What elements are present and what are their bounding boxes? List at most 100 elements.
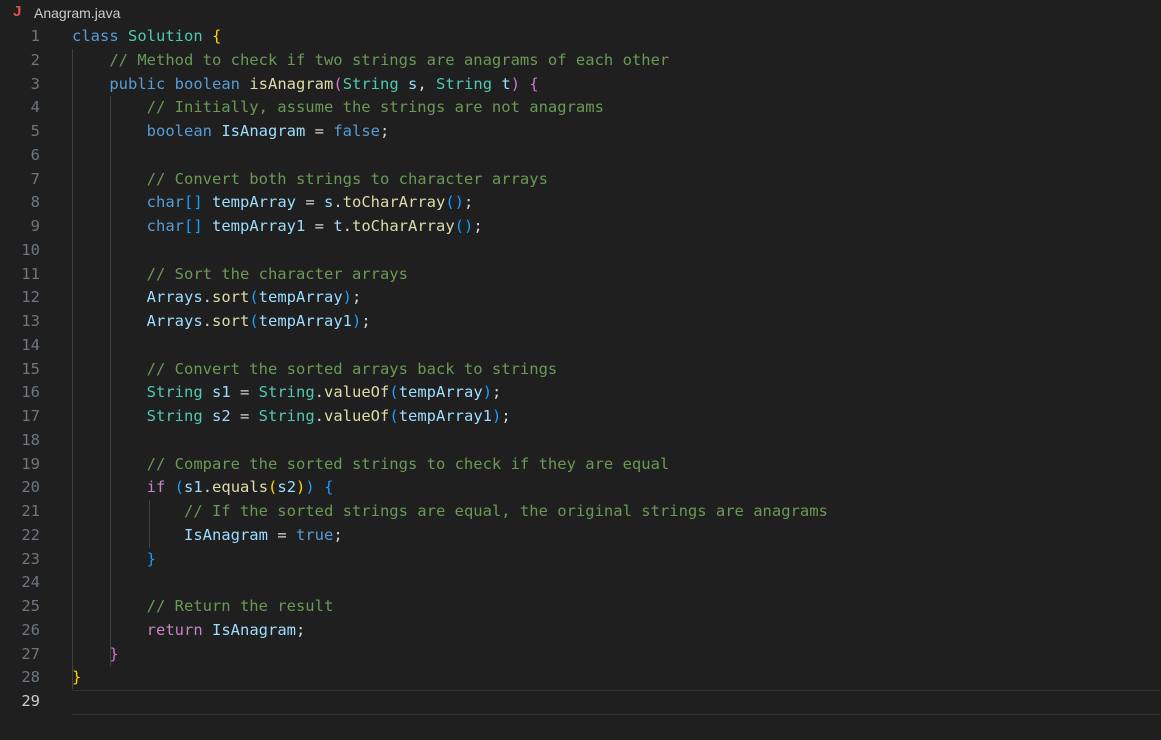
code-token: String: [258, 383, 315, 402]
code-editor[interactable]: 1 class Solution {2 // Method to check if…: [0, 25, 1161, 740]
code-token: =: [230, 383, 259, 402]
code-text: class Solution {: [72, 25, 221, 49]
line-number: 11: [21, 264, 40, 283]
code-token: (: [333, 74, 343, 93]
code-line[interactable]: 22 IsAnagram = true;: [0, 524, 1161, 548]
code-line[interactable]: 15 // Convert the sorted arrays back to …: [0, 358, 1161, 382]
code-line[interactable]: 29: [0, 690, 1161, 714]
code-line[interactable]: 5 boolean IsAnagram = false;: [0, 120, 1161, 144]
code-token: tempArray1: [212, 217, 306, 235]
line-number: 1: [30, 27, 40, 45]
code-token: sort: [212, 312, 250, 330]
code-token: String: [436, 74, 493, 93]
code-token: (: [389, 383, 399, 402]
code-line[interactable]: 1 class Solution {: [0, 25, 1161, 49]
line-number: 18: [21, 430, 40, 449]
code-text: Arrays.sort(tempArray);: [72, 286, 362, 310]
code-line[interactable]: 6: [0, 144, 1161, 168]
code-token: sort: [212, 288, 250, 307]
code-line[interactable]: 14: [0, 334, 1161, 358]
code-token: // Convert the sorted arrays back to str…: [146, 359, 558, 378]
code-line[interactable]: 12 Arrays.sort(tempArray);: [0, 286, 1161, 310]
line-number: 29: [21, 692, 40, 710]
code-text: if (s1.equals(s2)) {: [72, 476, 334, 500]
line-number: 14: [21, 335, 40, 354]
code-token: (: [249, 288, 259, 307]
code-line[interactable]: 2 // Method to check if two strings are …: [0, 49, 1161, 73]
code-line[interactable]: 7 // Convert both strings to character a…: [0, 168, 1161, 192]
code-line[interactable]: 18: [0, 429, 1161, 453]
code-line[interactable]: 25 // Return the result: [0, 595, 1161, 619]
line-number: 10: [21, 240, 40, 259]
code-token: // Method to check if two strings are an…: [109, 50, 670, 69]
code-text: // If the sorted strings are equal, the …: [72, 500, 828, 524]
code-token: String: [258, 407, 315, 425]
code-token: IsAnagram: [212, 620, 296, 639]
code-token: s: [408, 74, 418, 93]
code-line[interactable]: 8 char[] tempArray = s.toCharArray();: [0, 191, 1161, 215]
code-token: .: [333, 193, 343, 212]
file-tab[interactable]: J Anagram.java: [0, 0, 1161, 26]
code-token: ;: [492, 383, 502, 402]
code-token: ;: [352, 288, 362, 307]
code-line[interactable]: 9 char[] tempArray1 = t.toCharArray();: [0, 215, 1161, 239]
code-token: public: [109, 74, 166, 93]
code-token: []: [183, 193, 203, 212]
code-token: String: [342, 74, 399, 93]
code-line[interactable]: 20 if (s1.equals(s2)) {: [0, 476, 1161, 500]
code-token: char: [146, 193, 184, 212]
code-line[interactable]: 16 String s1 = String.valueOf(tempArray)…: [0, 381, 1161, 405]
line-number: 19: [21, 454, 40, 473]
code-token: ): [352, 312, 362, 330]
code-line[interactable]: 10: [0, 239, 1161, 263]
code-line[interactable]: 26 return IsAnagram;: [0, 619, 1161, 643]
code-line[interactable]: 3 public boolean isAnagram(String s, Str…: [0, 73, 1161, 97]
code-token: class: [72, 27, 119, 45]
code-line[interactable]: 21 // If the sorted strings are equal, t…: [0, 500, 1161, 524]
code-text: }: [72, 548, 156, 572]
code-token: .: [342, 217, 353, 235]
code-line[interactable]: 17 String s2 = String.valueOf(tempArray1…: [0, 405, 1161, 429]
line-number: 5: [30, 122, 40, 140]
code-token: // Initially, assume the strings are not…: [146, 98, 604, 117]
code-text: // Return the result: [72, 595, 334, 619]
code-line[interactable]: 13 Arrays.sort(tempArray1);: [0, 310, 1161, 334]
code-token: ): [305, 478, 315, 497]
code-token: .: [202, 312, 212, 330]
line-number: 16: [21, 383, 40, 402]
code-line[interactable]: 4 // Initially, assume the strings are n…: [0, 96, 1161, 120]
line-number: 27: [21, 644, 40, 663]
code-token: .: [202, 478, 213, 497]
code-text: public boolean isAnagram(String s, Strin…: [72, 73, 538, 97]
code-token: ): [296, 478, 306, 497]
code-token: toCharArray: [342, 193, 446, 212]
code-line[interactable]: 19 // Compare the sorted strings to chec…: [0, 453, 1161, 477]
code-line[interactable]: 28}: [0, 666, 1161, 690]
code-text: // Sort the character arrays: [72, 263, 408, 287]
code-editor-window: J Anagram.java 1 class Solution {2 // Met…: [0, 0, 1161, 740]
line-number: 13: [21, 312, 40, 330]
code-token: toCharArray: [352, 217, 455, 235]
code-token: .: [314, 407, 325, 425]
code-line[interactable]: 24: [0, 571, 1161, 595]
code-line[interactable]: 11 // Sort the character arrays: [0, 263, 1161, 287]
code-token: ;: [464, 193, 474, 212]
code-line[interactable]: 23 }: [0, 548, 1161, 572]
code-token: }: [109, 644, 119, 663]
code-token: ,: [417, 74, 437, 93]
code-line[interactable]: 27 }: [0, 643, 1161, 667]
